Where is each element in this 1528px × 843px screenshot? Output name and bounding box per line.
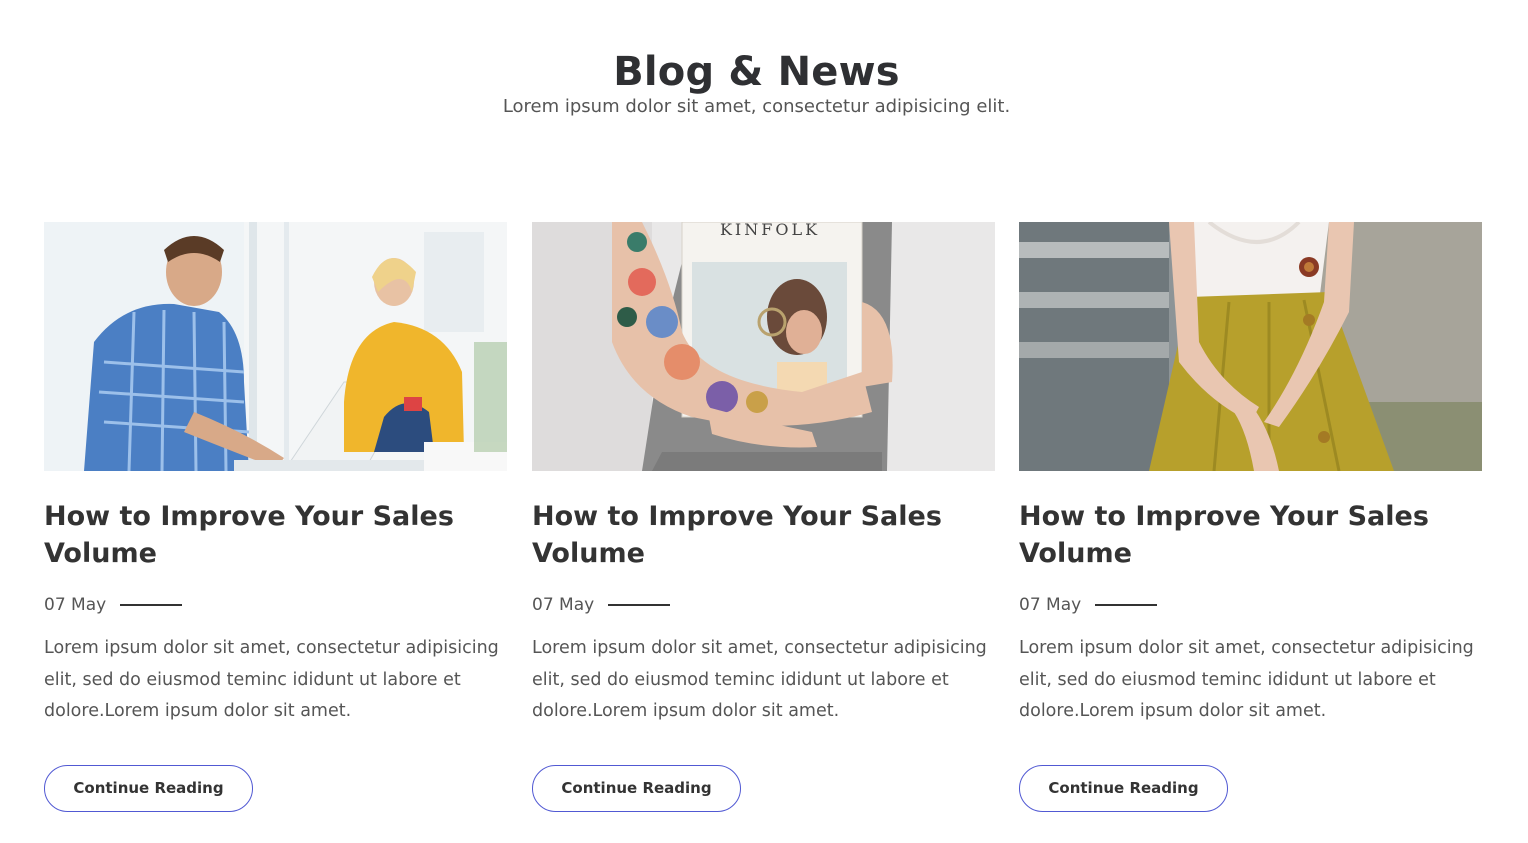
post-title[interactable]: How to Improve Your Sales Volume [1019, 498, 1459, 572]
post-meta: 07 May [44, 594, 507, 616]
post-excerpt: Lorem ipsum dolor sit amet, consectetur … [1019, 638, 1474, 721]
post-meta: 07 May [532, 594, 995, 616]
continue-reading-button[interactable]: Continue Reading [1019, 764, 1228, 812]
blog-card: How to Improve Your Sales Volume 07 May … [1019, 222, 1482, 812]
date-divider [1095, 604, 1158, 606]
post-image[interactable]: KINFOLK [532, 222, 995, 471]
magazine-title: KINFOLK [720, 222, 820, 239]
date-divider [608, 604, 671, 606]
post-date: 07 May [1019, 595, 1082, 615]
post-excerpt: Lorem ipsum dolor sit amet, consectetur … [44, 638, 499, 721]
continue-reading-button[interactable]: Continue Reading [532, 764, 741, 812]
post-excerpt: Lorem ipsum dolor sit amet, consectetur … [532, 638, 987, 721]
post-image[interactable] [44, 222, 507, 471]
continue-reading-button[interactable]: Continue Reading [44, 764, 253, 812]
section-subtitle: Lorem ipsum dolor sit amet, consectetur … [502, 96, 1011, 117]
post-date: 07 May [44, 595, 107, 615]
blog-card: How to Improve Your Sales Volume 07 May … [44, 222, 507, 812]
post-meta: 07 May [1019, 594, 1482, 616]
date-divider [120, 604, 183, 606]
post-title[interactable]: How to Improve Your Sales Volume [532, 498, 972, 572]
blog-card: KINFOLK How to Improve Your Sales Volume… [532, 222, 995, 812]
post-image[interactable] [1019, 222, 1482, 471]
post-title[interactable]: How to Improve Your Sales Volume [44, 498, 484, 572]
section-title: Blog & News [613, 48, 900, 95]
post-date: 07 May [532, 595, 595, 615]
